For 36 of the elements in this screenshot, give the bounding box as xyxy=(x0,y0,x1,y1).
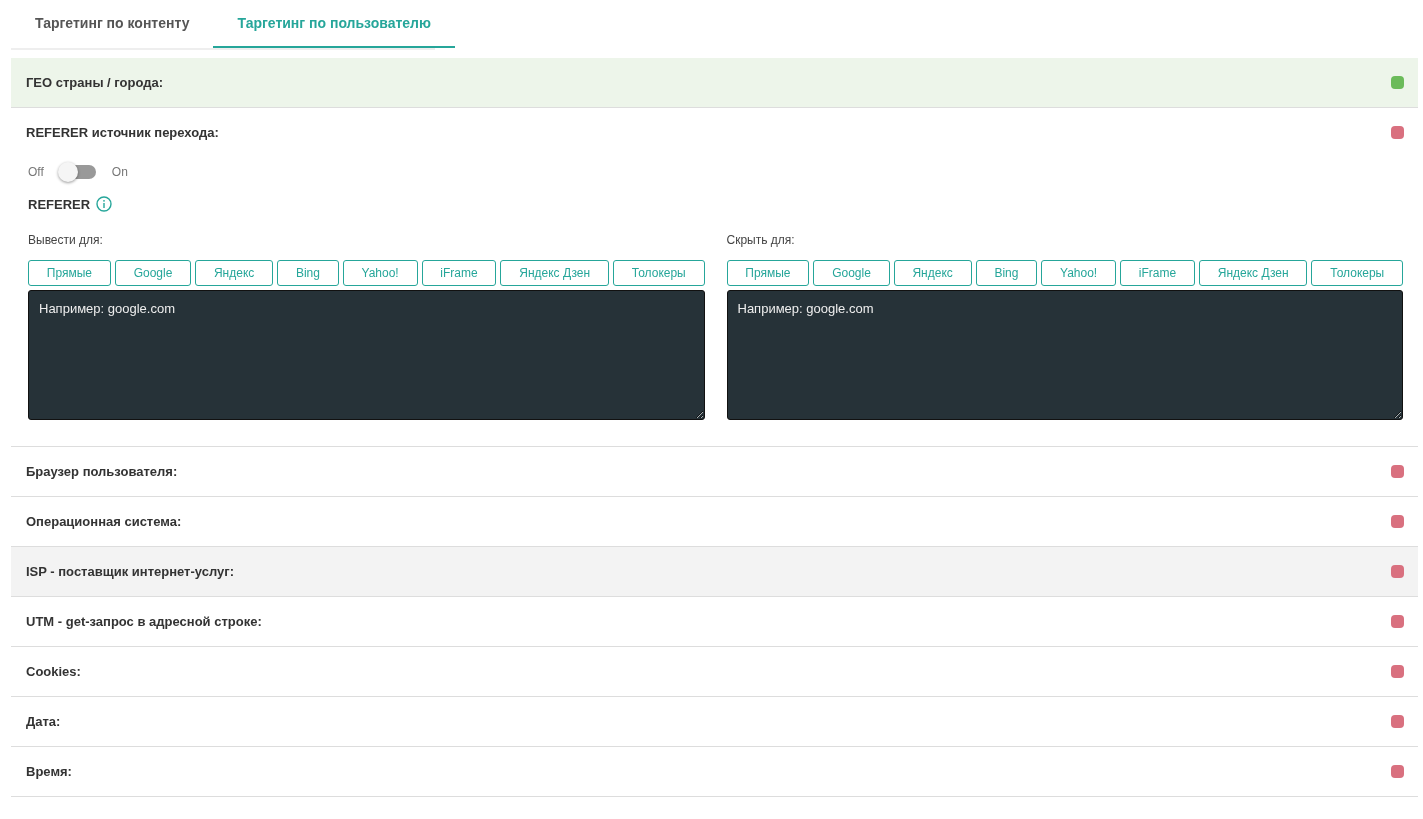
section-title[interactable]: UTM - get-запрос в адресной строке: xyxy=(26,614,262,629)
preset-button[interactable]: Yahoo! xyxy=(342,260,418,286)
preset-button[interactable]: Yahoo! xyxy=(1041,260,1116,286)
preset-button[interactable]: Яндекс Дзен xyxy=(500,260,609,286)
column-label: Вывести для: xyxy=(28,233,104,247)
preset-button[interactable]: Яндекс xyxy=(893,260,972,286)
preset-button[interactable]: Google xyxy=(813,260,890,286)
section-title[interactable]: Операционная система: xyxy=(26,514,182,529)
preset-button[interactable]: Bing xyxy=(277,260,339,286)
preset-button[interactable]: Прямые xyxy=(28,260,111,286)
section-title[interactable]: REFERER источник перехода: xyxy=(26,125,219,140)
toggle-label: Off xyxy=(28,165,44,179)
section-title[interactable]: ISP - поставщик интернет-услуг: xyxy=(26,564,234,579)
section-title[interactable]: Дата: xyxy=(26,714,61,729)
toggle-switch[interactable] xyxy=(59,165,96,179)
section-title[interactable]: ГЕО страны / города: xyxy=(26,75,164,90)
preset-button[interactable]: iFrame xyxy=(421,260,497,286)
text-area[interactable]: Например: google.com xyxy=(28,290,705,420)
preset-button[interactable]: Яндекс Дзен xyxy=(1198,260,1308,286)
preset-button[interactable]: Bing xyxy=(975,260,1038,286)
preset-button[interactable]: iFrame xyxy=(1120,260,1195,286)
preset-button[interactable]: Толокеры xyxy=(612,260,705,286)
section-title[interactable]: Время: xyxy=(26,764,72,779)
section-title[interactable]: Cookies: xyxy=(26,664,81,679)
field-label: REFERER xyxy=(28,196,91,212)
text-area[interactable]: Например: google.com xyxy=(726,290,1403,420)
preset-button[interactable]: Прямые xyxy=(726,260,810,286)
toggle-label: On xyxy=(111,165,128,179)
column-label: Скрыть для: xyxy=(726,233,796,247)
info-icon[interactable] xyxy=(96,196,113,212)
preset-button[interactable]: Яндекс xyxy=(195,260,274,286)
preset-button[interactable]: Google xyxy=(114,260,192,286)
tab[interactable]: Таргетинг по контенту xyxy=(11,0,214,48)
tab[interactable]: Таргетинг по пользователю xyxy=(213,0,455,48)
preset-button[interactable]: Толокеры xyxy=(1311,260,1404,286)
section-title[interactable]: Браузер пользователя: xyxy=(26,464,178,479)
